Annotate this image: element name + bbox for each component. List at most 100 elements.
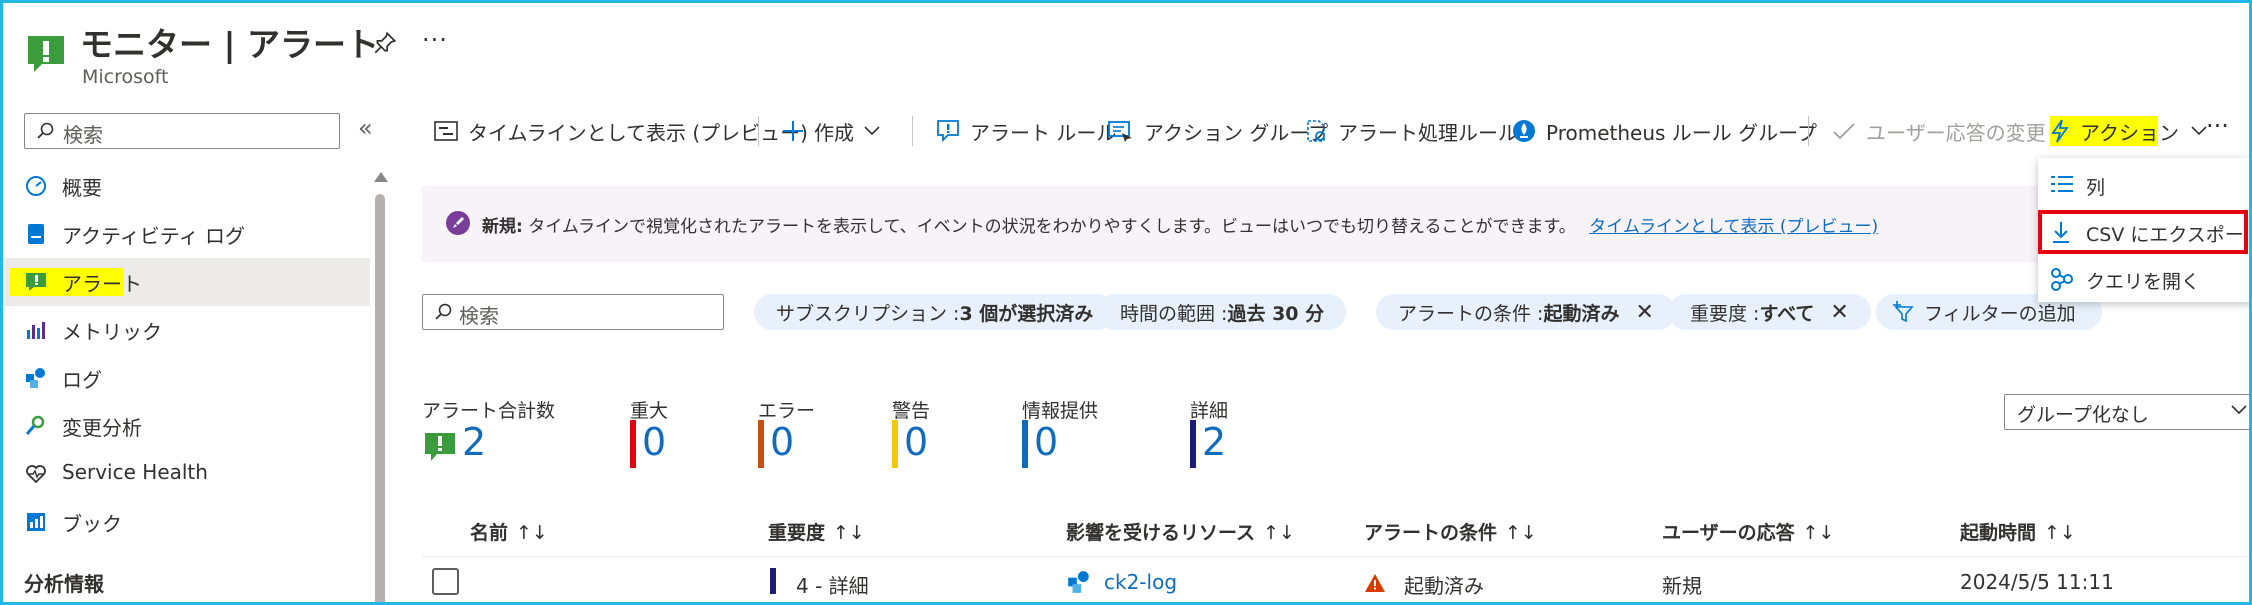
create-label: 作成 (814, 120, 854, 145)
summary-error-value[interactable]: 0 (770, 420, 794, 464)
change-analysis-icon (25, 415, 45, 435)
sidebar-item-metrics[interactable]: メトリック (0, 306, 370, 354)
sidebar-item-label: ブック (62, 512, 122, 536)
sidebar-search-input[interactable]: 検索 (24, 113, 340, 149)
filter-key: 重要度 : (1690, 302, 1760, 325)
summary-critical-value[interactable]: 0 (642, 420, 666, 464)
summary-warning-value[interactable]: 0 (904, 420, 928, 464)
log-analytics-icon (1068, 571, 1089, 593)
filter-pill-severity[interactable]: 重要度 : すべて ✕ (1668, 294, 1871, 330)
sidebar-item-label: ログ (62, 368, 102, 392)
menu-item-columns[interactable]: 列 (2038, 163, 2252, 207)
filter-key: アラートの条件 : (1398, 302, 1544, 325)
banner-text: タイムラインで視覚化されたアラートを表示して、イベントの状況をわかりやすくします… (528, 217, 1576, 237)
sidebar-item-activity-log[interactable]: アクティビティ ログ (0, 210, 370, 258)
summary-error-label: エラー (758, 400, 816, 422)
lightning-icon (2051, 119, 2069, 143)
sort-icon[interactable]: ↑↓ (2044, 522, 2076, 544)
column-header-fired-time[interactable]: 起動時間 ↑↓ (1960, 518, 2076, 545)
toolbar-divider (1808, 116, 1809, 146)
filter-pill-time-range[interactable]: 時間の範囲 : 過去 30 分 (1098, 294, 1347, 330)
summary-total-value[interactable]: 2 (462, 420, 486, 464)
alert-total-icon (425, 433, 455, 461)
sidebar-item-change-analysis[interactable]: 変更分析 (0, 402, 370, 450)
row-select-checkbox[interactable] (432, 568, 459, 595)
sidebar-item-alerts[interactable]: アラート (0, 258, 370, 306)
sidebar-item-service-health[interactable]: Service Health (0, 450, 370, 498)
column-header-label: ユーザーの応答 (1662, 522, 1795, 544)
group-by-selected: グループ化なし (2017, 404, 2149, 426)
error-severity-bar (758, 420, 764, 468)
action-groups-label: アクション グループ (1144, 120, 1329, 145)
prometheus-label: Prometheus ルール グループ (1546, 120, 1817, 145)
timeline-view-button[interactable]: タイムラインとして表示 (プレビュー) (434, 114, 808, 148)
critical-severity-bar (630, 420, 636, 468)
alert-processing-rules-button[interactable]: アラート処理ルール (1304, 114, 1518, 148)
filter-pill-subscription[interactable]: サブスクリプション : 3 個が選択済み (754, 294, 1116, 330)
filter-value: すべて (1759, 302, 1815, 325)
summary-info-value[interactable]: 0 (1034, 420, 1058, 464)
collapse-sidebar-icon[interactable]: « (358, 114, 373, 142)
warning-icon (1365, 574, 1385, 592)
banner-timeline-link[interactable]: タイムラインとして表示 (プレビュー) (1589, 217, 1878, 237)
chevron-down-icon (864, 126, 880, 136)
column-header-label: 起動時間 (1960, 522, 2037, 544)
prometheus-rule-groups-button[interactable]: Prometheus ルール グループ (1512, 114, 1817, 148)
verbose-severity-bar (1190, 420, 1196, 468)
sidebar-section-insights: 分析情報 (24, 572, 104, 596)
rocket-icon (446, 211, 470, 235)
verbose-severity-marker (770, 568, 776, 594)
sidebar-item-overview[interactable]: 概要 (0, 162, 370, 210)
column-header-alert-condition[interactable]: アラートの条件 ↑↓ (1364, 518, 1537, 545)
sort-icon[interactable]: ↑↓ (1263, 522, 1295, 544)
prometheus-icon (1513, 120, 1535, 142)
sidebar-item-workbooks[interactable]: ブック (0, 498, 370, 546)
columns-icon (2051, 176, 2073, 192)
menu-item-open-query[interactable]: クエリを開く (2038, 257, 2252, 301)
remove-filter-icon[interactable]: ✕ (1635, 300, 1653, 325)
workbook-icon (27, 513, 45, 531)
warning-severity-bar (892, 420, 898, 468)
column-header-label: 影響を受けるリソース (1066, 522, 1256, 544)
toolbar-more-icon[interactable]: ··· (2206, 112, 2229, 140)
search-icon (37, 122, 54, 139)
page-title: モニター | アラート (80, 25, 380, 64)
remove-filter-icon[interactable]: ✕ (1830, 300, 1848, 325)
summary-verbose-value[interactable]: 2 (1202, 420, 1226, 464)
summary-critical-label: 重大 (630, 400, 669, 422)
timeline-view-label: タイムラインとして表示 (プレビュー) (468, 120, 808, 145)
column-header-label: アラートの条件 (1364, 522, 1498, 544)
plus-icon (783, 121, 803, 141)
activity-log-icon (28, 224, 44, 244)
sidebar-scrollbar[interactable] (374, 168, 388, 605)
filter-pill-alert-condition[interactable]: アラートの条件 : 起動済み ✕ (1376, 294, 1676, 330)
alerts-app-icon (28, 36, 64, 72)
filter-key: サブスクリプション : (776, 302, 960, 325)
action-groups-button[interactable]: アクション グループ (1108, 114, 1328, 148)
sidebar-item-label: Service Health (62, 460, 208, 484)
column-header-user-response[interactable]: ユーザーの応答 ↑↓ (1662, 518, 1834, 545)
group-by-dropdown[interactable]: グループ化なし (2004, 394, 2252, 430)
sort-icon[interactable]: ↑↓ (833, 522, 865, 544)
sort-icon[interactable]: ↑↓ (1803, 522, 1835, 544)
create-button[interactable]: 作成 (782, 114, 890, 148)
sort-icon[interactable]: ↑↓ (1505, 522, 1537, 544)
column-header-severity[interactable]: 重要度 ↑↓ (768, 518, 865, 545)
change-user-response-label: ユーザー応答の変更 (1866, 120, 2046, 145)
column-header-name[interactable]: 名前 ↑↓ (470, 518, 548, 545)
pin-icon[interactable] (372, 30, 398, 56)
sort-icon[interactable]: ↑↓ (516, 522, 548, 544)
alert-rule-icon (937, 120, 959, 143)
alert-processing-rules-label: アラート処理ルール (1338, 120, 1518, 145)
menu-item-label: クエリを開く (2086, 271, 2201, 293)
more-options-icon[interactable]: ··· (422, 26, 448, 54)
sidebar-item-logs[interactable]: ログ (0, 354, 370, 402)
actions-menu-button[interactable]: アクション (2050, 114, 2217, 148)
column-header-affected-resource[interactable]: 影響を受けるリソース ↑↓ (1066, 518, 1295, 545)
change-user-response-button[interactable]: ユーザー応答の変更 (1832, 114, 2046, 148)
alerts-search-input[interactable]: 検索 (422, 294, 724, 330)
actions-label: アクション (2080, 120, 2179, 145)
heart-icon (26, 465, 46, 484)
alert-rules-button[interactable]: アラート ルール (936, 114, 1116, 148)
row-resource-link[interactable]: ck2-log (1104, 570, 1177, 594)
